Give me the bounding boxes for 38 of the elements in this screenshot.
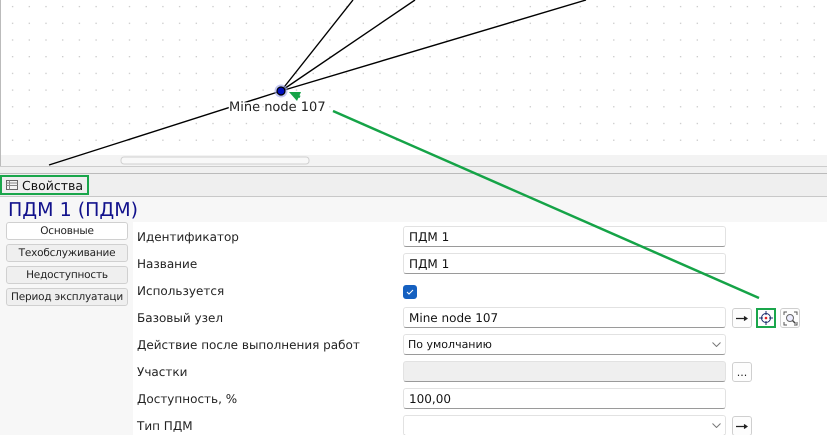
field-label: Тип ПДМ — [137, 418, 194, 435]
object-title: ПДМ 1 (ПДМ) — [7, 198, 140, 222]
checkbox[interactable] — [403, 285, 417, 299]
field-label: Идентификатор — [137, 229, 240, 246]
field-label: Базовый узел — [137, 310, 224, 327]
input-field[interactable]: Mine node 107 — [403, 307, 726, 328]
browse-button[interactable]: ... — [732, 362, 752, 382]
node-label: Mine node 107 — [229, 100, 326, 115]
field-label: Доступность, % — [137, 391, 238, 408]
zoom-icon — [782, 310, 798, 326]
go-to-button[interactable] — [732, 416, 752, 435]
field-label: Участки — [137, 364, 188, 381]
field-label: Название — [137, 256, 198, 273]
chevron-down-icon — [712, 423, 721, 428]
input-field[interactable]: ПДМ 1 — [403, 226, 726, 247]
input-field[interactable] — [403, 361, 726, 382]
properties-panel-tab[interactable]: Свойства — [0, 175, 90, 195]
input-field[interactable]: 100,00 — [403, 388, 726, 409]
side-tab[interactable]: Недоступность — [6, 266, 128, 284]
crosshair-icon — [759, 311, 773, 325]
arrow-right-icon — [736, 316, 748, 320]
dropdown-field[interactable]: По умолчанию — [403, 334, 726, 355]
network-node[interactable] — [274, 84, 288, 98]
table-icon — [6, 180, 18, 190]
zoom-button[interactable] — [780, 308, 800, 328]
check-icon — [406, 289, 414, 295]
chevron-down-icon — [712, 342, 721, 347]
input-field[interactable]: ПДМ 1 — [403, 253, 726, 274]
dropdown-field[interactable] — [403, 415, 726, 435]
field-label: Используется — [137, 283, 226, 300]
go-to-button[interactable] — [732, 308, 752, 328]
scrollbar-thumb[interactable] — [120, 156, 310, 164]
side-tab[interactable]: Период эксплуатаци — [6, 288, 128, 306]
side-tab[interactable]: Техобслуживание — [6, 244, 128, 262]
field-label: Действие после выполнения работ — [137, 337, 361, 354]
arrow-right-icon — [736, 424, 748, 428]
locate-button[interactable] — [756, 308, 776, 328]
side-tab[interactable]: Основные — [6, 222, 128, 240]
